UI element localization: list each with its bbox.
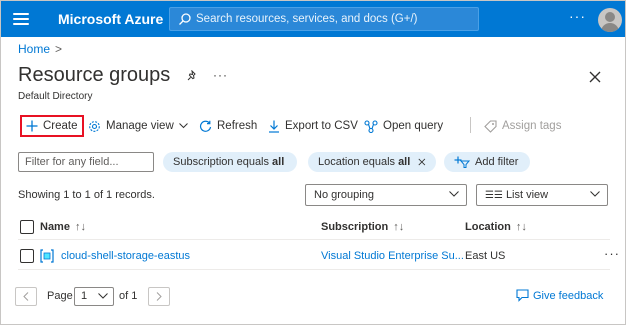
list-view-icon: ☰☰: [485, 190, 503, 201]
chevron-down-icon: [590, 191, 600, 197]
top-bar: Microsoft Azure Search resources, servic…: [1, 1, 625, 37]
breadcrumb-home[interactable]: Home: [18, 42, 50, 56]
location-filter-pill[interactable]: Location equals all: [308, 152, 436, 172]
page-select-value: 1: [81, 290, 88, 302]
select-all-checkbox[interactable]: [20, 220, 34, 234]
avatar[interactable]: [598, 8, 622, 32]
open-query-label: Open query: [383, 120, 444, 132]
table-row: cloud-shell-storage-eastus Visual Studio…: [18, 242, 619, 270]
plus-icon: [26, 120, 38, 132]
feedback-icon: [516, 289, 529, 302]
assign-tags-button[interactable]: Assign tags: [484, 115, 561, 137]
search-placeholder: Search resources, services, and docs (G+…: [196, 13, 418, 25]
manage-view-label: Manage view: [106, 120, 174, 132]
records-count: Showing 1 to 1 of 1 records.: [18, 189, 155, 201]
pin-icon[interactable]: [186, 70, 198, 82]
remove-filter-icon[interactable]: [418, 157, 426, 167]
chevron-down-icon: [178, 123, 188, 129]
title-more-icon[interactable]: ···: [213, 68, 228, 82]
grouping-select[interactable]: No grouping: [305, 184, 467, 206]
chevron-down-icon: [449, 191, 459, 197]
add-filter-button[interactable]: Add filter: [444, 152, 530, 172]
brand-title[interactable]: Microsoft Azure: [58, 11, 163, 27]
subscription-filter-pill[interactable]: Subscription equals all: [163, 152, 297, 172]
global-search-box[interactable]: Search resources, services, and docs (G+…: [169, 7, 479, 31]
column-header-subscription[interactable]: Subscription ↑↓: [321, 221, 404, 233]
previous-page-button[interactable]: [15, 287, 37, 306]
chevron-down-icon: [98, 293, 108, 299]
refresh-icon: [199, 120, 212, 132]
chevron-left-icon: [23, 292, 29, 301]
grouping-value: No grouping: [314, 189, 374, 201]
query-icon: [364, 119, 378, 133]
give-feedback-link[interactable]: Give feedback: [516, 289, 603, 302]
page-select[interactable]: 1: [74, 287, 114, 306]
page-title: Resource groups: [18, 64, 171, 86]
search-icon: [179, 13, 191, 25]
breadcrumb-separator: >: [55, 42, 63, 56]
resource-group-icon: [40, 249, 54, 263]
create-label: Create: [43, 120, 78, 132]
breadcrumb: Home >: [18, 42, 62, 56]
next-page-button[interactable]: [148, 287, 170, 306]
tag-icon: [484, 119, 497, 133]
view-mode-select[interactable]: ☰☰ List view: [476, 184, 608, 206]
top-more-icon[interactable]: ···: [569, 8, 586, 24]
close-icon[interactable]: [588, 70, 602, 84]
download-icon: [269, 120, 279, 133]
add-filter-icon: [454, 156, 470, 168]
gear-icon: [89, 120, 100, 132]
sort-icon: ↑↓: [393, 221, 405, 233]
refresh-button[interactable]: Refresh: [199, 115, 257, 137]
page-total-label: of 1: [119, 290, 138, 302]
view-mode-value: List view: [505, 189, 549, 201]
subscription-filter-value: all: [272, 156, 285, 168]
manage-view-button[interactable]: Manage view: [88, 115, 188, 137]
give-feedback-label: Give feedback: [533, 289, 604, 302]
assign-tags-label: Assign tags: [502, 120, 562, 132]
add-filter-label: Add filter: [475, 156, 519, 168]
table-header: Name ↑↓ Subscription ↑↓ Location ↑↓: [18, 214, 610, 240]
location-filter-value: all: [398, 156, 411, 168]
command-toolbar: Create Manage view Refresh Export to CSV: [18, 114, 618, 138]
row-checkbox[interactable]: [20, 249, 34, 263]
row-more-icon[interactable]: ···: [604, 246, 620, 261]
export-csv-button[interactable]: Export to CSV: [268, 115, 358, 137]
location-cell: East US: [465, 250, 506, 262]
resource-group-link[interactable]: cloud-shell-storage-eastus: [61, 250, 190, 262]
column-header-location[interactable]: Location ↑↓: [465, 221, 527, 233]
export-csv-label: Export to CSV: [285, 120, 358, 132]
page-label: Page: [47, 290, 73, 302]
refresh-label: Refresh: [217, 120, 258, 132]
chevron-right-icon: [156, 292, 162, 301]
column-header-name[interactable]: Name ↑↓: [40, 221, 86, 233]
subscription-link[interactable]: Visual Studio Enterprise Su...: [321, 250, 464, 262]
subscription-filter-prefix: Subscription equals: [173, 156, 270, 168]
sort-icon: ↑↓: [515, 221, 527, 233]
page-subtitle: Default Directory: [18, 91, 93, 102]
open-query-button[interactable]: Open query: [364, 115, 443, 137]
create-button[interactable]: Create: [20, 115, 84, 137]
location-filter-prefix: Location equals: [318, 156, 396, 168]
sort-icon: ↑↓: [74, 221, 86, 233]
toolbar-divider: [470, 117, 471, 133]
hamburger-menu-icon[interactable]: [13, 11, 29, 27]
filter-input[interactable]: Filter for any field...: [18, 152, 154, 172]
